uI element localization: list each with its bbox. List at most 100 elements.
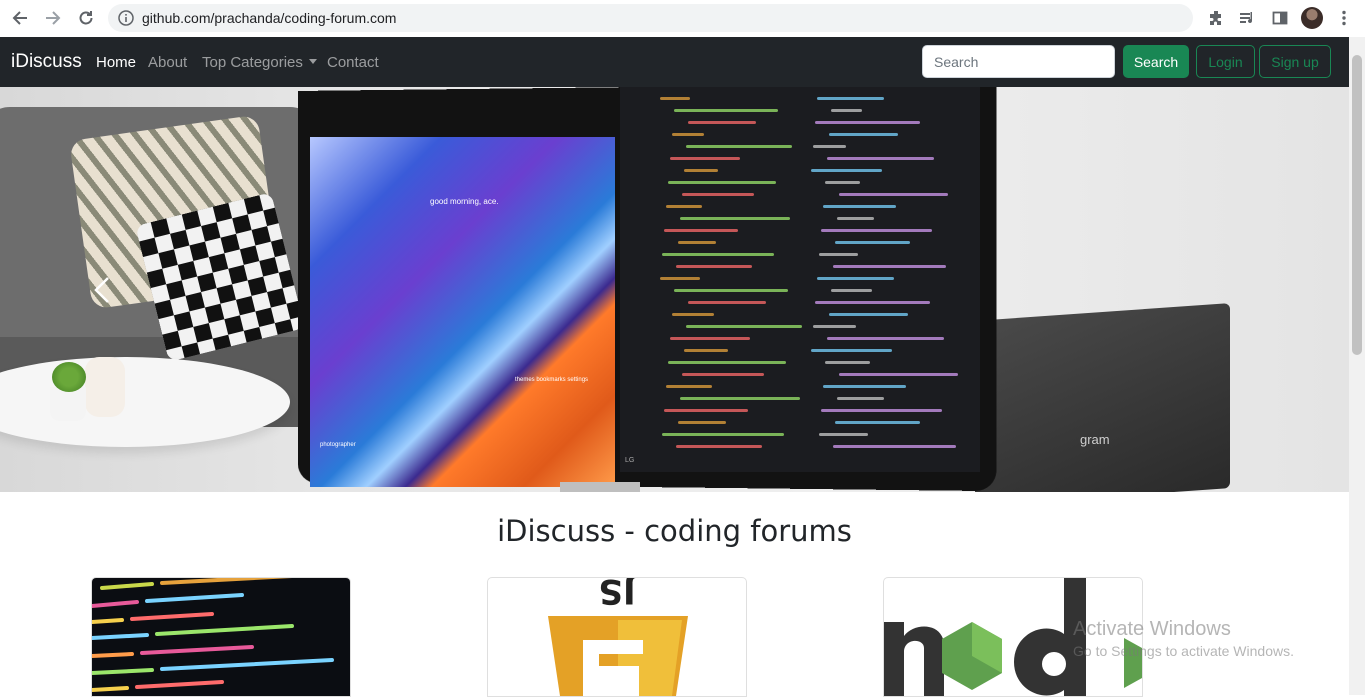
laptop xyxy=(975,303,1230,492)
code-line xyxy=(817,97,884,100)
page-scrollbar[interactable] xyxy=(1349,37,1365,695)
code-line xyxy=(823,385,906,388)
page-title: iDiscuss - coding forums xyxy=(497,514,852,548)
code-line xyxy=(813,325,856,328)
code-line xyxy=(676,265,752,268)
code-line xyxy=(823,205,896,208)
code-line xyxy=(686,145,792,148)
side-panel-icon[interactable] xyxy=(1270,8,1290,28)
plant xyxy=(52,362,86,392)
nav-contact[interactable]: Contact xyxy=(327,54,379,71)
profile-avatar[interactable] xyxy=(1301,7,1323,29)
code-line xyxy=(819,433,868,436)
category-card-javascript[interactable]: JS xyxy=(487,577,747,697)
wallpaper-artwork: good morning, ace. themes bookmarks sett… xyxy=(310,137,615,487)
code-line xyxy=(660,277,700,280)
code-line xyxy=(676,445,762,448)
screen-greeting-text: good morning, ace. xyxy=(430,197,499,206)
code-line xyxy=(688,301,766,304)
code-editor-screenshot xyxy=(92,578,350,696)
search-input[interactable] xyxy=(922,45,1115,78)
extensions-icon[interactable] xyxy=(1206,8,1226,28)
code-line xyxy=(827,337,944,340)
javascript-logo: JS xyxy=(488,578,746,696)
site-info-icon[interactable] xyxy=(118,10,134,26)
code-line xyxy=(813,145,846,148)
back-arrow-icon[interactable] xyxy=(8,6,32,30)
code-line xyxy=(811,169,882,172)
forward-arrow-icon[interactable] xyxy=(41,6,65,30)
code-line xyxy=(835,421,920,424)
laptop-brand-text: gram xyxy=(1080,432,1110,447)
code-line xyxy=(835,241,910,244)
code-line xyxy=(839,193,948,196)
search-button[interactable]: Search xyxy=(1123,45,1189,78)
code-editor-area xyxy=(620,87,980,472)
code-line xyxy=(668,181,776,184)
nav-about[interactable]: About xyxy=(148,54,187,71)
nav-top-categories-label: Top Categories xyxy=(202,54,303,71)
code-line xyxy=(821,409,942,412)
code-line xyxy=(811,349,892,352)
more-menu-icon[interactable] xyxy=(1334,8,1354,28)
code-line xyxy=(666,205,702,208)
chevron-left-icon[interactable] xyxy=(90,275,114,305)
address-bar[interactable]: github.com/prachanda/coding-forum.com xyxy=(108,4,1193,32)
category-card-code[interactable] xyxy=(91,577,351,697)
code-line xyxy=(815,121,920,124)
code-line xyxy=(668,361,786,364)
code-line xyxy=(664,409,748,412)
js-logo-text: JS xyxy=(598,578,637,611)
code-line xyxy=(674,289,788,292)
monitor-stand xyxy=(560,482,640,492)
code-line xyxy=(682,373,764,376)
code-line xyxy=(672,313,714,316)
screen-tags-text: themes bookmarks settings xyxy=(515,377,589,383)
code-line xyxy=(817,277,894,280)
code-line xyxy=(833,445,956,448)
windows-watermark-title: Activate Windows xyxy=(1073,618,1231,640)
nav-home[interactable]: Home xyxy=(96,54,136,71)
code-line xyxy=(670,337,750,340)
code-line xyxy=(837,397,884,400)
code-line xyxy=(837,217,874,220)
code-line xyxy=(662,253,774,256)
code-line xyxy=(678,241,716,244)
code-line xyxy=(678,421,726,424)
scrollbar-thumb[interactable] xyxy=(1352,55,1362,355)
site-navbar: iDiscuss Home About Top Categories Conta… xyxy=(0,37,1349,87)
code-line xyxy=(827,157,934,160)
code-lines-art xyxy=(92,578,334,692)
brand-logo[interactable]: iDiscuss xyxy=(11,51,82,73)
hero-carousel: gram good morning, ace. themes bookmarks… xyxy=(0,87,1349,492)
code-line xyxy=(819,253,858,256)
code-line xyxy=(666,385,712,388)
code-line xyxy=(825,361,870,364)
code-line xyxy=(684,349,728,352)
nav-top-categories[interactable]: Top Categories xyxy=(202,54,317,72)
vase xyxy=(85,357,125,417)
code-line xyxy=(674,109,778,112)
login-button[interactable]: Login xyxy=(1196,45,1255,78)
code-line xyxy=(688,121,756,124)
code-line xyxy=(662,433,784,436)
code-line xyxy=(682,193,754,196)
code-line xyxy=(821,229,932,232)
browser-toolbar: github.com/prachanda/coding-forum.com xyxy=(0,0,1365,38)
code-line xyxy=(670,157,740,160)
monitor-brand-text: LG xyxy=(625,457,635,464)
code-line xyxy=(839,373,958,376)
code-line xyxy=(664,229,738,232)
reload-icon[interactable] xyxy=(74,6,98,30)
code-line xyxy=(829,133,898,136)
code-line xyxy=(831,289,872,292)
url-text[interactable]: github.com/prachanda/coding-forum.com xyxy=(142,10,396,26)
code-line xyxy=(831,109,862,112)
signup-button[interactable]: Sign up xyxy=(1259,45,1331,78)
windows-watermark-subtitle: Go to Settings to activate Windows. xyxy=(1073,643,1294,659)
screen-caption-text: photographer xyxy=(320,442,356,448)
code-line xyxy=(825,181,860,184)
code-line xyxy=(686,325,802,328)
media-queue-icon[interactable] xyxy=(1238,8,1258,28)
code-line xyxy=(833,265,946,268)
